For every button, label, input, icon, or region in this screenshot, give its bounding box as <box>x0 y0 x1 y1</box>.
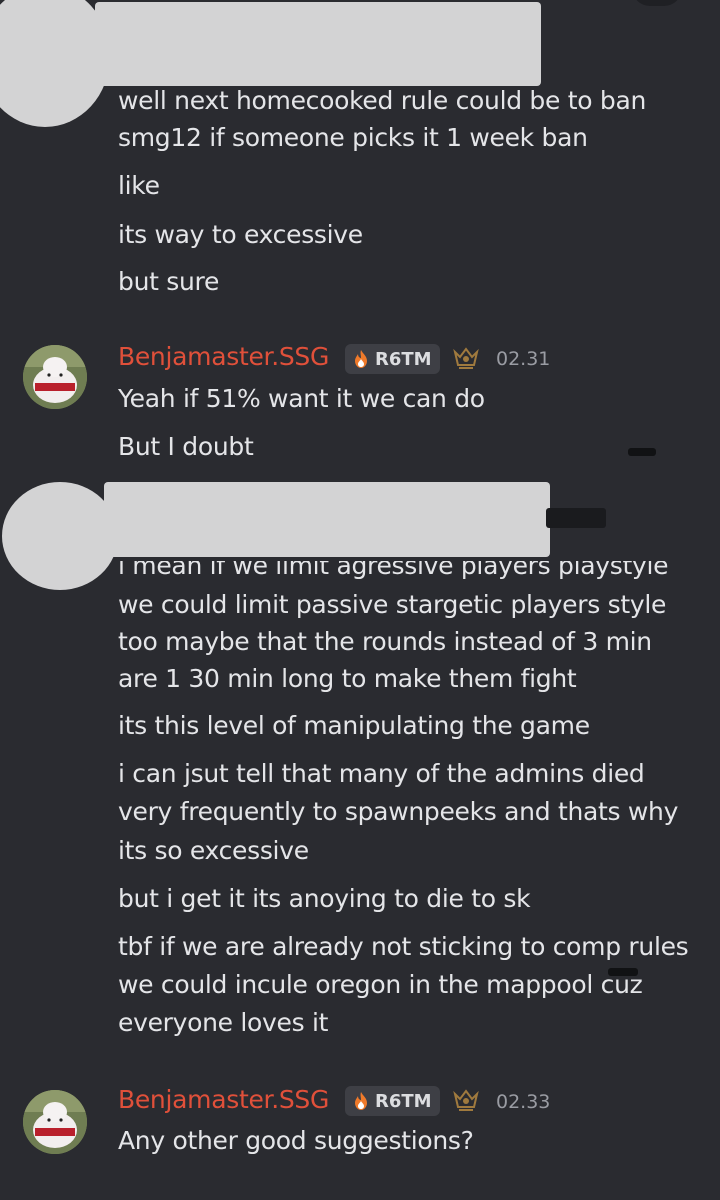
message-line: Any other good suggestions? <box>118 1126 474 1155</box>
username[interactable]: Benjamaster.SSG <box>118 1085 329 1114</box>
message-line: too maybe that the rounds instead of 3 m… <box>118 627 652 656</box>
smudge-mark <box>608 968 638 976</box>
server-tag[interactable]: R6TM <box>345 344 440 374</box>
avatar-image <box>23 1090 87 1154</box>
redacted-username <box>104 482 550 557</box>
message-line: but i get it its anoying to die to sk <box>118 884 531 913</box>
message-line: its this level of manipulating the game <box>118 711 590 740</box>
message-line: very frequently to spawnpeeks and thats … <box>118 797 679 826</box>
avatar[interactable] <box>23 1090 87 1154</box>
message-line: we could incule oregon in the mappool cu… <box>118 970 643 999</box>
redacted-avatar <box>0 0 110 127</box>
message-line: its so excessive <box>118 836 309 865</box>
message-line: smg12 if someone picks it 1 week ban <box>118 123 588 152</box>
server-tag-label: R6TM <box>375 348 432 370</box>
smudge-mark <box>546 508 606 528</box>
redacted-avatar <box>2 482 118 590</box>
message-line: tbf if we are already not sticking to co… <box>118 932 689 961</box>
crown-badge-icon <box>453 347 479 369</box>
message-line: we could limit passive stargetic players… <box>118 590 667 619</box>
message-line: everyone loves it <box>118 1008 329 1037</box>
message-line: But I doubt <box>118 432 254 461</box>
crown-badge-icon <box>453 1089 479 1111</box>
avatar-image <box>23 345 87 409</box>
username[interactable]: Benjamaster.SSG <box>118 342 329 371</box>
avatar[interactable] <box>23 345 87 409</box>
flame-icon <box>355 1092 367 1110</box>
message-line: but sure <box>118 267 220 296</box>
top-scroll-button[interactable] <box>632 0 682 6</box>
message-line: well next homecooked rule could be to ba… <box>118 86 647 115</box>
message-line: Yeah if 51% want it we can do <box>118 384 485 413</box>
timestamp: 02.33 <box>496 1091 551 1113</box>
message-line: like <box>118 171 160 200</box>
message-line: are 1 30 min long to make them fight <box>118 664 577 693</box>
smudge-mark <box>628 448 656 456</box>
flame-icon <box>355 350 367 368</box>
redacted-username <box>95 2 541 86</box>
message-line: i can jsut tell that many of the admins … <box>118 759 645 788</box>
server-tag-label: R6TM <box>375 1090 432 1112</box>
timestamp: 02.31 <box>496 348 551 370</box>
server-tag[interactable]: R6TM <box>345 1086 440 1116</box>
message-line: its way to excessive <box>118 220 363 249</box>
